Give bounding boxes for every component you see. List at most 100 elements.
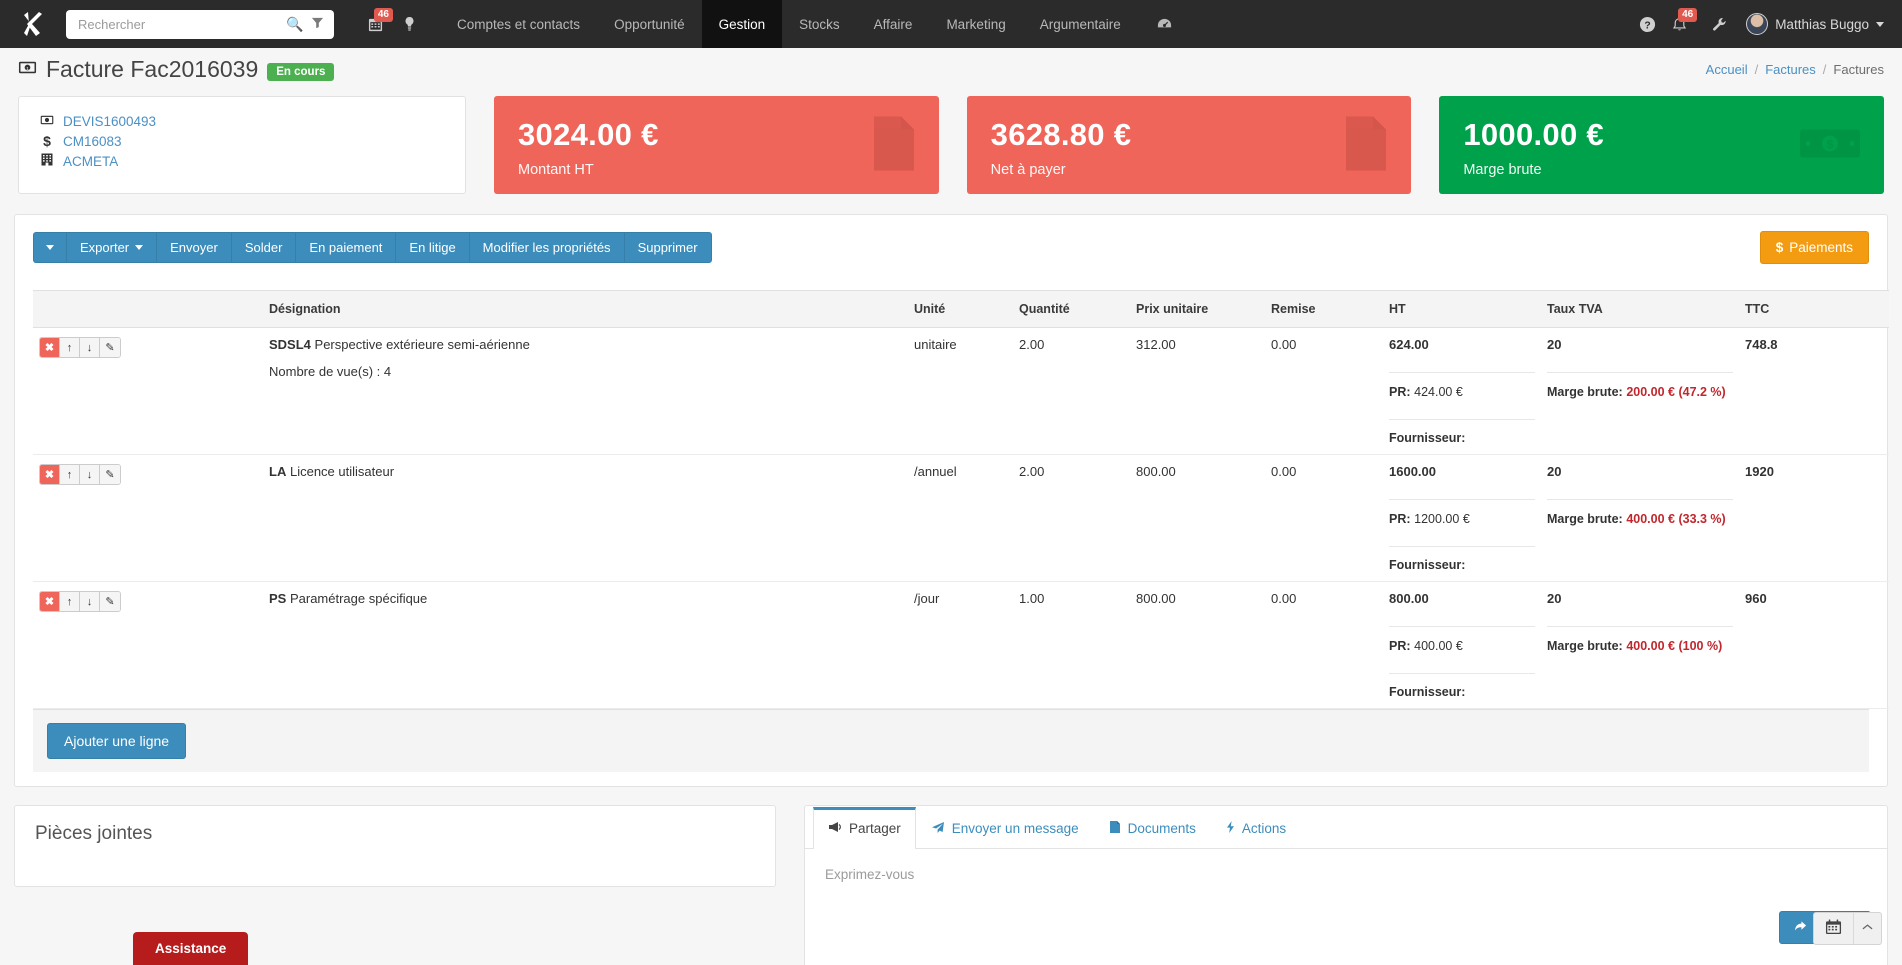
tab-actions[interactable]: Actions: [1211, 807, 1301, 849]
quantite-cell: 2.00: [1019, 464, 1045, 479]
nav-link-gestion[interactable]: Gestion: [701, 0, 783, 48]
move-up-button[interactable]: ↑: [60, 465, 80, 484]
tab-partager[interactable]: Partager: [813, 807, 916, 849]
nav-link-stocks[interactable]: Stocks: [782, 0, 857, 48]
ht-value: 800.00: [1389, 591, 1429, 606]
prix-unitaire-cell: 800.00: [1136, 464, 1176, 479]
avatar: [1746, 13, 1769, 35]
move-up-button[interactable]: ↑: [60, 592, 80, 611]
kpi-value: 3628.80 €: [990, 117, 1132, 152]
toolbar-dropdown-button[interactable]: [33, 232, 66, 263]
delete-line-button[interactable]: ✖: [40, 592, 60, 611]
tab-envoyer-message[interactable]: Envoyer un message: [916, 807, 1094, 849]
top-navbar: 🔍 46 Comptes et contacts Opportunité Ges…: [0, 0, 1902, 48]
ttc-value: 960: [1745, 591, 1767, 606]
row-actions-cell: ✖ ↑ ↓ ✎: [33, 582, 263, 709]
lightbulb-icon[interactable]: [394, 7, 424, 41]
bell-icon[interactable]: 46: [1664, 7, 1698, 41]
marge-value: 200.00 € (47.2 %): [1626, 385, 1726, 399]
edit-properties-button[interactable]: Modifier les propriétés: [468, 232, 624, 263]
chevron-down-icon: [135, 245, 144, 250]
breadcrumb-factures[interactable]: Factures: [1765, 62, 1816, 77]
edit-line-button[interactable]: ✎: [100, 338, 120, 357]
filter-icon[interactable]: [306, 16, 328, 32]
fournisseur-label: Fournisseur:: [1389, 673, 1535, 699]
search-icon[interactable]: 🔍: [284, 16, 306, 33]
calendar-widget: [1813, 912, 1882, 945]
in-dispute-button[interactable]: En litige: [395, 232, 469, 263]
edit-line-button[interactable]: ✎: [100, 465, 120, 484]
summary-row: DEVIS1600493 $ CM16083 ACMETA 3024.00 € …: [0, 90, 1902, 194]
remise-cell: 0.00: [1271, 337, 1297, 352]
marge-value: 400.00 € (100 %): [1626, 639, 1723, 653]
in-payment-button[interactable]: En paiement: [295, 232, 396, 263]
action-button-group: Exporter Envoyer Solder En paiement En l…: [33, 232, 712, 263]
delete-line-button[interactable]: ✖: [40, 465, 60, 484]
col-ttc: TTC: [1739, 290, 1889, 328]
social-tabs: Partager Envoyer un message Documents Ac…: [805, 806, 1887, 849]
payments-button[interactable]: $ Paiements: [1759, 231, 1869, 264]
post-input[interactable]: Exprimez-vous: [805, 849, 1887, 911]
calendar-icon[interactable]: [1814, 918, 1853, 939]
quantite-cell: 2.00: [1019, 337, 1045, 352]
nav-link-comptes[interactable]: Comptes et contacts: [440, 0, 597, 48]
chevron-up-icon[interactable]: [1854, 923, 1881, 934]
kpi-marge-brute: 1000.00 € Marge brute $: [1439, 96, 1885, 194]
move-up-button[interactable]: ↑: [60, 338, 80, 357]
related-link-label[interactable]: CM16083: [63, 134, 122, 149]
add-line-button[interactable]: Ajouter une ligne: [47, 723, 187, 759]
calendar-icon[interactable]: 46: [360, 7, 393, 41]
related-link-acmeta[interactable]: ACMETA: [39, 151, 445, 171]
related-link-label[interactable]: DEVIS1600493: [63, 114, 156, 129]
export-button[interactable]: Exporter: [66, 232, 157, 263]
nav-link-opportunite[interactable]: Opportunité: [597, 0, 702, 48]
dashboard-icon[interactable]: [1150, 7, 1180, 41]
user-menu[interactable]: Matthias Buggo: [1736, 13, 1888, 35]
dollar-icon: $: [43, 133, 51, 149]
col-unite: Unité: [908, 290, 1013, 328]
move-down-button[interactable]: ↓: [80, 338, 100, 357]
ttc-cell: 748.8: [1739, 328, 1889, 455]
move-down-button[interactable]: ↓: [80, 592, 100, 611]
settle-button[interactable]: Solder: [230, 232, 296, 263]
nav-link-affaire[interactable]: Affaire: [857, 0, 930, 48]
nav-link-marketing[interactable]: Marketing: [929, 0, 1022, 48]
tab-label: Documents: [1127, 821, 1196, 836]
line-designation: Paramétrage spécifique: [289, 591, 428, 606]
ht-cell: 800.00 PR: 400.00 € Fournisseur:: [1383, 582, 1541, 709]
related-link-label[interactable]: ACMETA: [63, 154, 118, 169]
pr-label: PR:: [1389, 512, 1411, 526]
send-button[interactable]: Envoyer: [156, 232, 231, 263]
help-icon[interactable]: ?: [1632, 7, 1662, 41]
delete-button[interactable]: Supprimer: [623, 232, 712, 263]
paper-plane-icon: [931, 821, 945, 837]
breadcrumb-accueil[interactable]: Accueil: [1706, 62, 1748, 77]
share-icon: [1794, 920, 1807, 935]
kiwi-logo[interactable]: [0, 0, 66, 48]
related-link-cm[interactable]: $ CM16083: [39, 131, 445, 151]
assistance-button[interactable]: Assistance: [133, 932, 249, 965]
marge-value: 400.00 € (33.3 %): [1626, 512, 1726, 526]
pr-block: PR: 1200.00 €: [1389, 499, 1535, 526]
navbar-right: ? 46 Matthias Buggo: [1632, 7, 1888, 41]
marge-label: Marge brute:: [1547, 512, 1623, 526]
ht-value: 624.00: [1389, 337, 1429, 352]
attachments-panel: Pièces jointes: [14, 805, 776, 887]
remise-cell: 0.00: [1271, 591, 1297, 606]
pr-label: PR:: [1389, 639, 1411, 653]
search-input[interactable]: [78, 16, 284, 32]
taux-tva-cell: 20 Marge brute: 400.00 € (100 %): [1541, 582, 1739, 709]
tab-documents[interactable]: Documents: [1094, 807, 1211, 849]
move-down-button[interactable]: ↓: [80, 465, 100, 484]
marge-block: Marge brute: 200.00 € (47.2 %): [1547, 372, 1733, 399]
edit-line-button[interactable]: ✎: [100, 592, 120, 611]
wrench-icon[interactable]: [1704, 7, 1734, 41]
search-box[interactable]: 🔍: [66, 9, 334, 39]
row-actions-cell: ✖ ↑ ↓ ✎: [33, 328, 263, 455]
designation-cell: LA Licence utilisateur: [263, 455, 908, 582]
delete-line-button[interactable]: ✖: [40, 338, 60, 357]
related-link-devis[interactable]: DEVIS1600493: [39, 111, 445, 131]
line-code: PS: [269, 591, 287, 606]
nav-link-argumentaire[interactable]: Argumentaire: [1023, 0, 1138, 48]
kpi-label: Montant HT: [518, 162, 594, 178]
